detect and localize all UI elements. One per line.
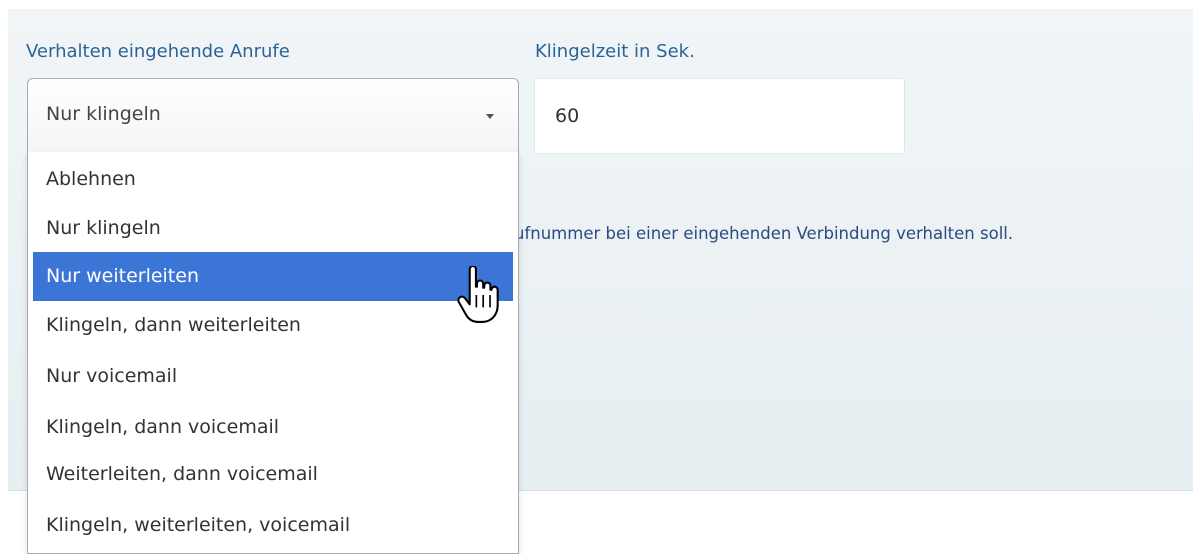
option-nur-voicemail[interactable]: Nur voicemail xyxy=(33,352,513,401)
option-weiterleiten-dann-voicemail[interactable]: Weiterleiten, dann voicemail xyxy=(33,450,513,499)
behavior-dropdown-list: Ablehnen Nur klingeln Nur weiterleiten K… xyxy=(27,152,519,554)
option-ablehnen[interactable]: Ablehnen xyxy=(33,155,513,204)
caret-down-icon xyxy=(486,114,494,119)
behavior-label: Verhalten eingehende Anrufe xyxy=(26,41,290,62)
ring-time-value: 60 xyxy=(555,105,580,127)
help-text: ufnummer bei einer eingehenden Verbindun… xyxy=(514,224,1014,243)
option-klingeln-dann-weiterleiten[interactable]: Klingeln, dann weiterleiten xyxy=(33,301,513,350)
behavior-select[interactable]: Nur klingeln xyxy=(27,78,519,152)
ring-time-input[interactable]: 60 xyxy=(534,78,905,154)
option-nur-klingeln[interactable]: Nur klingeln xyxy=(33,204,513,253)
option-nur-weiterleiten[interactable]: Nur weiterleiten xyxy=(33,252,513,301)
ring-time-label: Klingelzeit in Sek. xyxy=(535,41,695,62)
option-klingeln-dann-voicemail[interactable]: Klingeln, dann voicemail xyxy=(33,403,513,452)
behavior-selected-value: Nur klingeln xyxy=(46,103,161,125)
option-klingeln-weiterleiten-voicemail[interactable]: Klingeln, weiterleiten, voicemail xyxy=(33,501,513,550)
